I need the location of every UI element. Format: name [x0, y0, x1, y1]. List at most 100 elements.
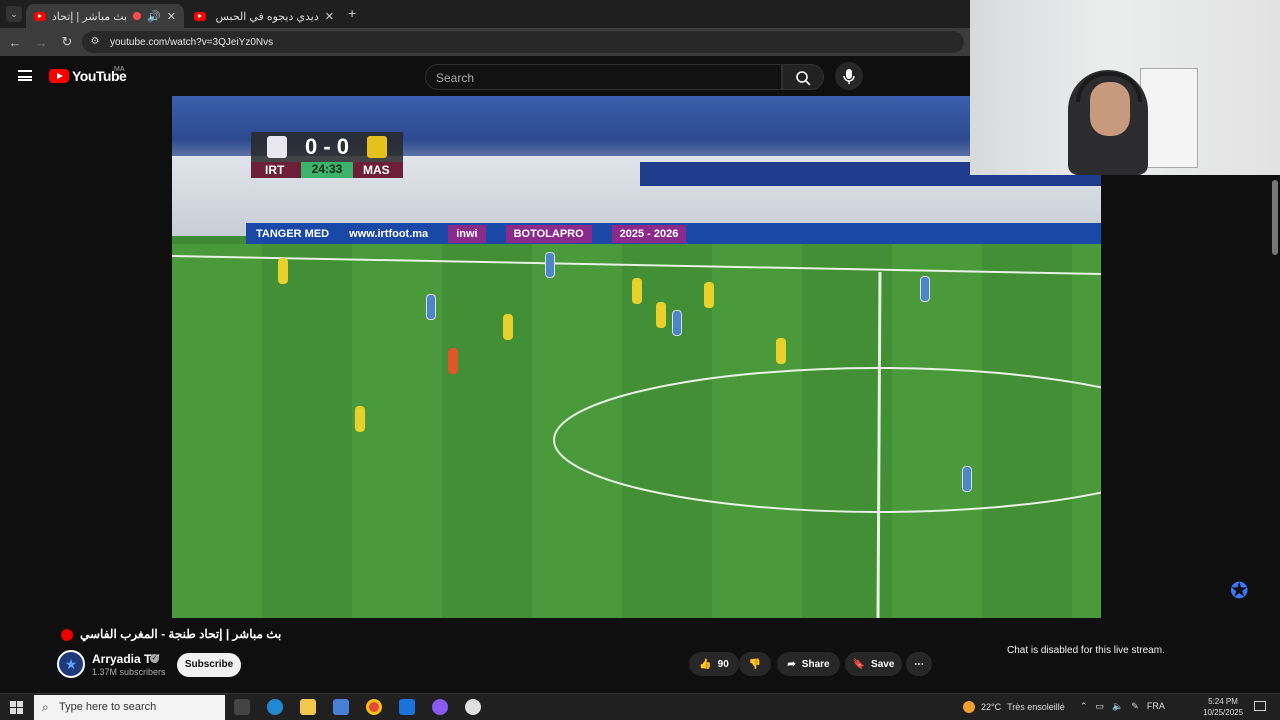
more-actions-button[interactable]: ⋯ [906, 652, 932, 676]
score: 0 - 0 [304, 134, 350, 159]
close-tab-icon[interactable]: ✕ [167, 10, 176, 23]
speaker-icon[interactable]: 🔊 [147, 10, 161, 23]
volume-icon[interactable]: 🔈 [1112, 701, 1123, 712]
youtube-favicon-icon [194, 11, 206, 21]
match-clock: 24:33 [301, 162, 353, 178]
verified-icon: ✓ [150, 654, 159, 663]
menu-icon[interactable] [18, 70, 32, 81]
subscriber-count: 1.37M subscribers [92, 667, 166, 677]
chat-disabled-message: Chat is disabled for this live stream. [1007, 645, 1165, 656]
scoreboard-bottom: IRT 24:33 MAS [251, 162, 403, 178]
url-text: youtube.com/watch?v=3QJeiYz0Nvs [110, 36, 274, 48]
player [355, 406, 365, 432]
edge-icon[interactable] [267, 699, 283, 715]
home-crest-icon [267, 136, 287, 158]
player [704, 282, 714, 308]
player [545, 252, 555, 278]
share-label: Share [801, 658, 830, 670]
video-player[interactable]: TANGER MED www.irtfoot.ma inwi BOTOLAPRO… [172, 96, 1101, 618]
address-bar[interactable]: ⚙ youtube.com/watch?v=3QJeiYz0Nvs [82, 31, 964, 53]
save-button[interactable]: 🔖 Save [845, 652, 902, 676]
player [632, 278, 642, 304]
search-input[interactable]: Search [425, 64, 782, 90]
search-button[interactable] [782, 64, 824, 90]
language-indicator[interactable]: FRA [1147, 701, 1165, 712]
battery-icon[interactable]: ▭ [1096, 701, 1105, 712]
microphone-icon [843, 69, 855, 84]
player [656, 302, 666, 328]
back-icon[interactable]: ← [4, 35, 26, 50]
player [426, 294, 436, 320]
channel-watermark-icon: ✪ [1230, 578, 1249, 603]
youtube-favicon-icon [34, 11, 46, 21]
forward-icon[interactable]: → [30, 35, 52, 50]
video-details: بث مباشر | إتحاد طنجة - المغرب الفاسي ★ … [0, 618, 1280, 693]
player [503, 314, 513, 340]
scoreboard-top: 0 - 0 [251, 132, 403, 162]
player [776, 338, 786, 364]
away-team: MAS [363, 163, 390, 177]
system-tray: ⌃ ▭ 🔈 ✎ FRA [1080, 701, 1165, 712]
youtube-masthead: YouTube MA Search [0, 56, 970, 96]
page-scrollbar[interactable] [1272, 180, 1278, 255]
tab-title: بث مباشر | إتحاد طنجة [52, 10, 128, 23]
store-icon[interactable] [333, 699, 349, 715]
chevron-up-icon[interactable]: ⌃ [1080, 701, 1088, 712]
tab-live-stream[interactable]: بث مباشر | إتحاد طنجة 🔊 ✕ [26, 4, 184, 28]
board-tanger-med: TANGER MED [256, 228, 330, 240]
advertising-boards: TANGER MED www.irtfoot.ma inwi BOTOLAPRO… [246, 223, 1101, 245]
board-website: www.irtfoot.ma [349, 228, 429, 240]
taskbar-search-placeholder: Type here to search [59, 701, 157, 713]
player [962, 466, 972, 492]
browser-tab-strip: ⌄ بث مباشر | إتحاد طنجة 🔊 ✕ ديدي ديجوه ف… [0, 0, 970, 28]
new-tab-button[interactable]: + [348, 5, 356, 21]
obs-icon[interactable] [465, 699, 481, 715]
more-icon: ⋯ [914, 658, 924, 670]
video-title: بث مباشر | إتحاد طنجة - المغرب الفاسي [80, 627, 282, 641]
outlook-icon[interactable] [399, 699, 415, 715]
football-pitch [172, 244, 1101, 618]
weather-widget[interactable]: 22°C Très ensoleillé [963, 701, 1065, 713]
referee [448, 348, 458, 374]
sun-icon [963, 701, 975, 713]
recording-icon [133, 12, 142, 20]
windows-start-icon[interactable] [10, 701, 23, 714]
reload-icon[interactable]: ↻ [56, 34, 78, 50]
voice-search-button[interactable] [835, 62, 863, 90]
player [672, 310, 682, 336]
scoreboard: 0 - 0 IRT 24:33 MAS [251, 132, 403, 180]
notification-icon[interactable] [1254, 701, 1266, 711]
save-label: Save [871, 658, 895, 670]
chrome-icon[interactable] [366, 699, 382, 715]
live-icon [61, 629, 73, 641]
screen: ⌄ بث مباشر | إتحاد طنجة 🔊 ✕ ديدي ديجوه ف… [0, 0, 1280, 720]
site-settings-icon[interactable]: ⚙ [88, 35, 102, 49]
close-tab-icon[interactable]: ✕ [325, 10, 334, 23]
taskbar-clock[interactable]: 5:24 PM 10/25/2025 [1203, 696, 1243, 718]
file-explorer-icon[interactable] [300, 699, 316, 715]
subscribe-button[interactable]: Subscribe [177, 653, 241, 677]
away-crest-icon [367, 136, 387, 158]
taskbar-search[interactable]: ⌕ Type here to search [34, 695, 225, 720]
like-button[interactable]: 👍 90 [689, 652, 739, 676]
bookmark-icon: 🔖 [852, 658, 866, 670]
board-season: 2025 - 2026 [611, 225, 687, 243]
thumbs-up-icon: 👍 [699, 658, 712, 670]
pen-icon[interactable]: ✎ [1131, 701, 1139, 712]
search-icon: ⌕ [42, 700, 49, 714]
channel-avatar[interactable]: ★ [57, 650, 85, 678]
tab-second[interactable]: ديدي ديجوه في الحبس | بنت كاتر ✕ [186, 4, 342, 28]
shelf [1140, 68, 1198, 168]
app-icon[interactable] [432, 699, 448, 715]
tab-search-button[interactable]: ⌄ [6, 6, 22, 22]
date: 10/25/2025 [1203, 708, 1244, 717]
country-code: MA [114, 66, 125, 73]
tab-title: ديدي ديجوه في الحبس | بنت كاتر [212, 10, 319, 23]
thumbs-down-icon: 👎 [748, 658, 762, 670]
time: 5:24 PM [1208, 697, 1238, 706]
board-inwi: inwi [448, 225, 486, 243]
share-button[interactable]: ➦ Share [777, 652, 840, 676]
task-view-icon[interactable] [234, 699, 250, 715]
dislike-button[interactable]: 👎 [739, 652, 771, 676]
like-count: 90 [717, 658, 729, 670]
